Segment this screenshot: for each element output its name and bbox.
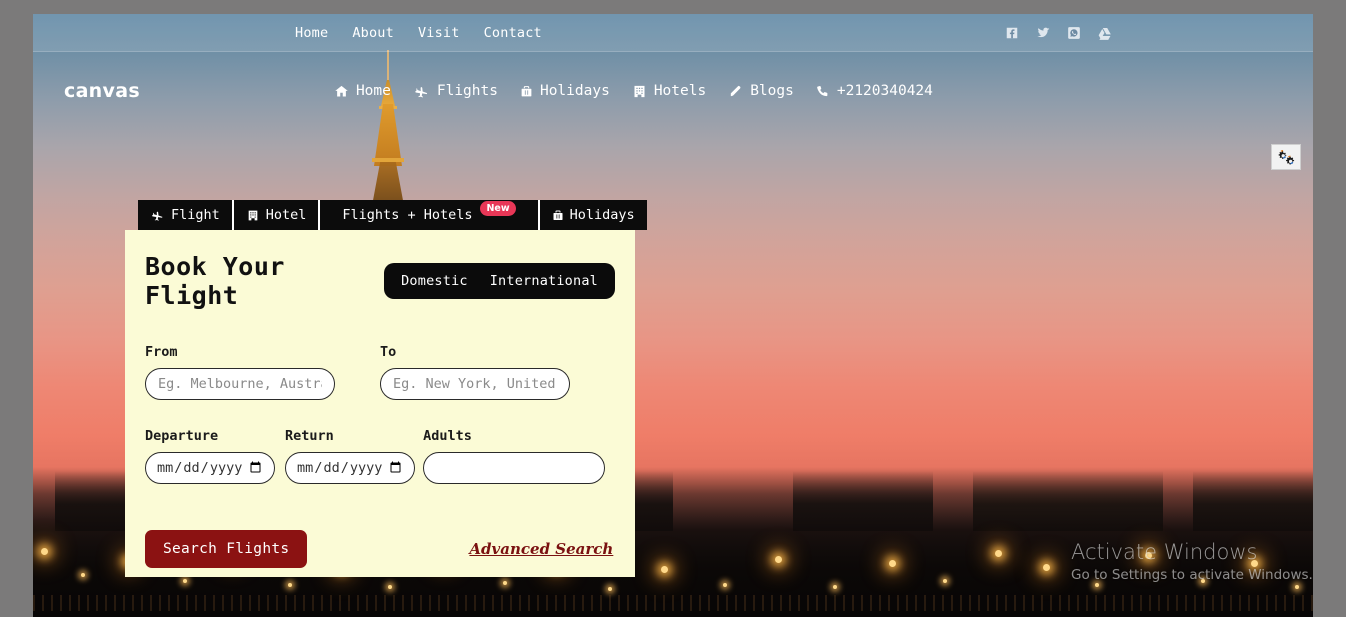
return-label: Return bbox=[285, 428, 334, 444]
tab-hotel[interactable]: Hotel bbox=[233, 200, 321, 230]
adults-label: Adults bbox=[423, 428, 472, 444]
top-nav-item-home[interactable]: Home bbox=[295, 25, 328, 41]
nav-item-blogs-label: Blogs bbox=[750, 83, 794, 99]
phone-icon bbox=[817, 85, 828, 96]
page-title: Book Your Flight bbox=[145, 252, 285, 310]
nav-item-hotels[interactable]: Hotels bbox=[632, 83, 706, 99]
nav-item-home-label: Home bbox=[355, 83, 391, 99]
booking-tabs: Flight Hotel Flights + Hotels New Holida… bbox=[138, 200, 647, 230]
settings-gears-icon bbox=[1278, 150, 1295, 165]
departure-date-input[interactable] bbox=[145, 452, 275, 484]
from-label: From bbox=[145, 344, 178, 360]
adults-input[interactable] bbox=[423, 452, 606, 484]
main-nav: Home Flights Holidays Hotels Blogs +2120 bbox=[334, 83, 933, 99]
tab-hotel-label: Hotel bbox=[265, 207, 307, 223]
top-utility-bar: Home About Visit Contact bbox=[33, 14, 1313, 52]
nav-item-home[interactable]: Home bbox=[334, 83, 391, 99]
suitcase-icon bbox=[553, 210, 563, 220]
nav-item-hotels-label: Hotels bbox=[653, 83, 707, 99]
advanced-search-link[interactable]: Advanced Search bbox=[469, 540, 613, 558]
nav-item-phone[interactable]: +2120340424 bbox=[816, 83, 933, 99]
departure-field-group: Departure bbox=[145, 428, 285, 484]
to-field-group: To bbox=[380, 344, 615, 400]
from-input[interactable] bbox=[145, 368, 335, 400]
tab-flights-hotels-label: Flights + Hotels bbox=[342, 207, 473, 223]
toggle-international[interactable]: International bbox=[490, 273, 598, 289]
nav-item-blogs[interactable]: Blogs bbox=[728, 83, 794, 99]
card-actions: Search Flights Advanced Search bbox=[145, 530, 615, 568]
search-flights-button[interactable]: Search Flights bbox=[145, 530, 308, 568]
plane-icon bbox=[415, 86, 427, 97]
new-badge: New bbox=[480, 200, 516, 216]
plane-icon bbox=[152, 211, 163, 221]
to-input[interactable] bbox=[380, 368, 570, 400]
nav-item-holidays-label: Holidays bbox=[539, 83, 610, 99]
twitter-icon[interactable] bbox=[1035, 26, 1051, 40]
dates-passengers-row: Departure Return Adults bbox=[145, 428, 615, 484]
nav-item-holidays[interactable]: Holidays bbox=[520, 83, 610, 99]
brand-logo[interactable]: canvas bbox=[64, 80, 140, 102]
tab-holidays-label: Holidays bbox=[569, 207, 635, 223]
adults-field-group: Adults bbox=[423, 428, 615, 484]
to-label: To bbox=[380, 344, 397, 360]
google-drive-icon[interactable] bbox=[1097, 26, 1113, 40]
suitcase-icon bbox=[521, 85, 532, 96]
facebook-icon[interactable] bbox=[1005, 26, 1019, 40]
origin-destination-row: From To bbox=[145, 344, 615, 400]
building-icon bbox=[248, 210, 258, 220]
main-navbar: canvas Home Flights Holidays Hotels Blog… bbox=[33, 52, 1313, 130]
social-links bbox=[1005, 26, 1113, 40]
departure-label: Departure bbox=[145, 428, 219, 444]
tab-holidays[interactable]: Holidays bbox=[539, 200, 647, 230]
home-icon bbox=[335, 85, 348, 96]
top-nav-item-visit[interactable]: Visit bbox=[418, 25, 460, 41]
top-nav: Home About Visit Contact bbox=[295, 25, 542, 41]
page-viewport: Home About Visit Contact canvas Home Fli… bbox=[33, 14, 1313, 617]
nav-item-phone-label: +2120340424 bbox=[836, 83, 933, 99]
toggle-domestic[interactable]: Domestic bbox=[401, 273, 468, 289]
return-date-input[interactable] bbox=[285, 452, 416, 484]
return-field-group: Return bbox=[285, 428, 423, 484]
card-header: Book Your Flight Domestic International bbox=[145, 252, 615, 310]
booking-card: Book Your Flight Domestic International … bbox=[125, 230, 635, 577]
from-field-group: From bbox=[145, 344, 380, 400]
pen-icon bbox=[731, 85, 741, 96]
tab-flights-hotels[interactable]: Flights + Hotels New bbox=[320, 200, 540, 230]
top-nav-item-about[interactable]: About bbox=[352, 25, 394, 41]
tab-flight-label: Flight bbox=[171, 207, 220, 223]
settings-widget[interactable] bbox=[1271, 144, 1301, 170]
trip-type-toggle[interactable]: Domestic International bbox=[384, 263, 615, 299]
building-icon bbox=[634, 85, 645, 97]
whatsapp-icon[interactable] bbox=[1067, 26, 1081, 40]
nav-item-flights-label: Flights bbox=[436, 83, 498, 99]
nav-item-flights[interactable]: Flights bbox=[413, 83, 498, 99]
tab-flight[interactable]: Flight bbox=[138, 200, 234, 230]
top-nav-item-contact[interactable]: Contact bbox=[484, 25, 542, 41]
